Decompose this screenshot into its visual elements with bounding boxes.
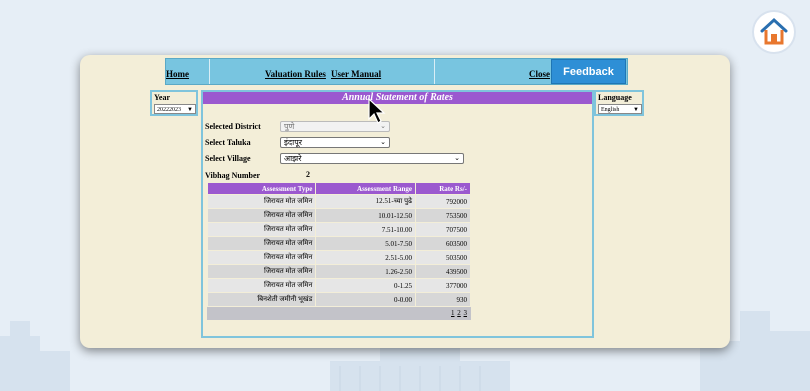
cell-rate: 503500 bbox=[415, 250, 471, 265]
table-row: जिरायत मोत जमिन 10.01-12.50 753500 bbox=[206, 208, 471, 223]
page-link-1[interactable]: 1 bbox=[451, 309, 455, 317]
panel-title: Annual Statement of Rates bbox=[203, 92, 592, 104]
year-box: Year 20222023 ▼ bbox=[150, 90, 198, 116]
language-label: Language bbox=[598, 93, 632, 102]
col-header-assessment-type: Assessment Type bbox=[206, 182, 317, 195]
house-logo-icon[interactable] bbox=[752, 10, 796, 54]
taluka-select-value: इंदापूर bbox=[284, 138, 303, 147]
village-label: Select Village bbox=[205, 154, 251, 163]
year-label: Year bbox=[154, 93, 170, 102]
valuation-rules-link[interactable]: Valuation Rules bbox=[265, 69, 326, 79]
cell-rate: 792000 bbox=[415, 194, 471, 209]
user-manual-link[interactable]: User Manual bbox=[331, 69, 381, 79]
cell-range: 5.01-7.50 bbox=[315, 236, 417, 251]
cell-type: जिरायत मोत जमिन bbox=[206, 222, 317, 237]
cell-rate: 753500 bbox=[415, 208, 471, 223]
cell-rate: 439500 bbox=[415, 264, 471, 279]
table-row: जिरायत मोत जमिन 1.26-2.50 439500 bbox=[206, 264, 471, 279]
cell-range: 0-1.25 bbox=[315, 278, 417, 293]
taluka-select[interactable]: इंदापूर ⌄ bbox=[280, 137, 390, 148]
village-select[interactable]: आझरे ⌄ bbox=[280, 153, 464, 164]
table-row: जिरायत मोत जमिन 7.51-10.00 707500 bbox=[206, 222, 471, 237]
cell-type: जिरायत मोत जमिन bbox=[206, 236, 317, 251]
district-select-value: पुणे bbox=[284, 122, 295, 131]
chevron-down-icon: ⌄ bbox=[454, 154, 460, 162]
feedback-button[interactable]: Feedback bbox=[551, 59, 626, 84]
cell-type: जिरायत मोत जमिन bbox=[206, 250, 317, 265]
cell-type: जिरायत मोत जमिन bbox=[206, 264, 317, 279]
cell-rate: 377000 bbox=[415, 278, 471, 293]
cell-range: 10.01-12.50 bbox=[315, 208, 417, 223]
col-header-assessment-range: Assessment Range bbox=[315, 182, 417, 195]
col-header-rate: Rate Rs/- bbox=[415, 182, 471, 195]
year-select[interactable]: 20222023 ▼ bbox=[154, 104, 196, 114]
taluka-label: Select Taluka bbox=[205, 138, 251, 147]
cell-type: जिरायत मोत जमिन bbox=[206, 278, 317, 293]
cell-rate: 603500 bbox=[415, 236, 471, 251]
language-box: Language English ▼ bbox=[594, 90, 644, 116]
chevron-down-icon: ▼ bbox=[633, 107, 639, 113]
close-link[interactable]: Close bbox=[529, 69, 550, 79]
cell-type: बिनशेती जमीनी भूखंड bbox=[206, 292, 317, 307]
cell-range: 12.51-च्या पुढे bbox=[315, 194, 417, 209]
table-row: जिरायत मोत जमिन 2.51-5.00 503500 bbox=[206, 250, 471, 265]
cell-range: 2.51-5.00 bbox=[315, 250, 417, 265]
pagination: 1 2 3 bbox=[207, 307, 471, 320]
nav-separator bbox=[209, 59, 210, 84]
mouse-pointer-icon bbox=[368, 98, 386, 124]
vibhag-label: Vibhag Number bbox=[205, 171, 261, 180]
page-link-2[interactable]: 2 bbox=[457, 309, 461, 317]
cell-range: 1.26-2.50 bbox=[315, 264, 417, 279]
rates-panel: Annual Statement of Rates Selected Distr… bbox=[201, 90, 594, 338]
year-select-value: 20222023 bbox=[157, 107, 181, 113]
language-select[interactable]: English ▼ bbox=[598, 104, 642, 114]
cell-range: 7.51-10.00 bbox=[315, 222, 417, 237]
cell-rate: 930 bbox=[415, 292, 471, 307]
language-select-value: English bbox=[601, 107, 620, 113]
table-row: बिनशेती जमीनी भूखंड 0-0.00 930 bbox=[206, 292, 471, 307]
vibhag-value: 2 bbox=[306, 170, 310, 179]
chevron-down-icon: ▼ bbox=[187, 107, 193, 113]
page-link-3[interactable]: 3 bbox=[464, 309, 468, 317]
cell-range: 0-0.00 bbox=[315, 292, 417, 307]
nav-separator bbox=[434, 59, 435, 84]
rates-table: Assessment Type Assessment Range Rate Rs… bbox=[206, 182, 471, 307]
cell-rate: 707500 bbox=[415, 222, 471, 237]
cell-type: जिरायत मोत जमिन bbox=[206, 208, 317, 223]
home-link[interactable]: Home bbox=[166, 69, 189, 79]
table-row: जिरायत मोत जमिन 0-1.25 377000 bbox=[206, 278, 471, 293]
table-row: जिरायत मोत जमिन 12.51-च्या पुढे 792000 bbox=[206, 194, 471, 209]
chevron-down-icon: ⌄ bbox=[380, 138, 386, 146]
district-label: Selected District bbox=[205, 122, 261, 131]
table-row: जिरायत मोत जमिन 5.01-7.50 603500 bbox=[206, 236, 471, 251]
village-select-value: आझरे bbox=[284, 154, 302, 163]
main-card: Home Valuation Rules User Manual Close F… bbox=[80, 55, 730, 348]
cell-type: जिरायत मोत जमिन bbox=[206, 194, 317, 209]
